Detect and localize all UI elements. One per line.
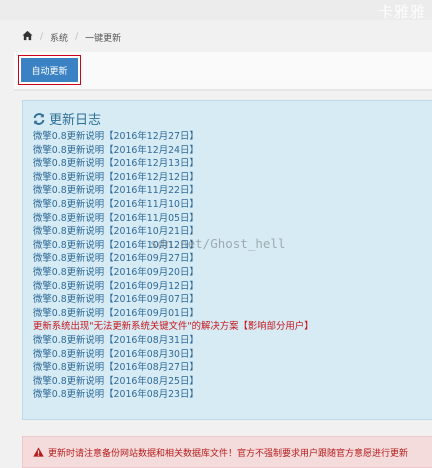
update-log-title: 更新日志 — [49, 113, 102, 128]
warning-text: 更新时请注意备份网站数据和相关数据库文件！官方不强制要求用户跟随官方意愿进行更新 — [48, 448, 409, 459]
update-log-header: 更新日志 — [33, 109, 101, 128]
update-log-list: 微擎0.8更新说明【2016年12月27日】 微擎0.8更新说明【2016年12月… — [33, 130, 314, 402]
log-entry-link[interactable]: 微擎0.8更新说明【2016年12月13日】 — [33, 157, 314, 171]
log-entry-link[interactable]: 微擎0.8更新说明【2016年11月10日】 — [33, 198, 314, 212]
log-entry-link[interactable]: 微擎0.8更新说明【2016年10月12日】 — [33, 239, 314, 253]
toolbar: 自动更新 — [14, 52, 432, 91]
breadcrumb: / 系统 / 一键更新 — [22, 30, 121, 44]
log-entry-link[interactable]: 微擎0.8更新说明【2016年09月12日】 — [33, 280, 314, 294]
home-icon — [22, 30, 33, 41]
warning-icon — [33, 447, 44, 457]
log-entry-link[interactable]: 微擎0.8更新说明【2016年12月24日】 — [33, 144, 314, 158]
log-entry-link[interactable]: 微擎0.8更新说明【2016年11月05日】 — [33, 212, 314, 226]
log-entry-link[interactable]: 微擎0.8更新说明【2016年08月30日】 — [33, 348, 314, 362]
auto-update-button-label: 自动更新 — [21, 58, 78, 82]
log-entry-link[interactable]: 微擎0.8更新说明【2016年08月23日】 — [33, 388, 314, 402]
log-entry-link[interactable]: 微擎0.8更新说明【2016年09月20日】 — [33, 266, 314, 280]
log-entry-link[interactable]: 微擎0.8更新说明【2016年12月27日】 — [33, 130, 314, 144]
breadcrumb-item-update: 一键更新 — [85, 33, 122, 44]
toolbar-divider — [14, 89, 432, 91]
refresh-icon — [33, 112, 45, 125]
log-entry-link[interactable]: 微擎0.8更新说明【2016年09月01日】 — [33, 307, 314, 321]
warning-alert: 更新时请注意备份网站数据和相关数据库文件！官方不强制要求用户跟随官方意愿进行更新 — [22, 436, 432, 468]
log-entry-link[interactable]: 微擎0.8更新说明【2016年08月25日】 — [33, 375, 314, 389]
log-entry-link[interactable]: 微擎0.8更新说明【2016年09月07日】 — [33, 293, 314, 307]
log-entry-link[interactable]: 微擎0.8更新说明【2016年08月27日】 — [33, 361, 314, 375]
brand-logo: 卡雅雅 — [377, 3, 426, 21]
log-entry-link[interactable]: 微擎0.8更新说明【2016年08月31日】 — [33, 334, 314, 348]
log-entry-link[interactable]: 微擎0.8更新说明【2016年10月21日】 — [33, 225, 314, 239]
breadcrumb-separator: / — [75, 32, 79, 42]
log-entry-link[interactable]: 微擎0.8更新说明【2016年11月22日】 — [33, 184, 314, 198]
breadcrumb-separator: / — [40, 32, 44, 42]
top-bar: 卡雅雅 — [0, 0, 432, 21]
breadcrumb-item-system[interactable]: 系统 — [50, 31, 68, 44]
log-entry-link[interactable]: 微擎0.8更新说明【2016年09月27日】 — [33, 252, 314, 266]
log-entry-alert-link[interactable]: 更新系统出现"无法更新系统关键文件"的解决方案【影响部分用户】 — [33, 320, 314, 334]
update-log-panel: 更新日志 微擎0.8更新说明【2016年12月27日】 微擎0.8更新说明【201… — [22, 100, 432, 420]
breadcrumb-home[interactable] — [22, 30, 33, 44]
log-entry-link[interactable]: 微擎0.8更新说明【2016年12月12日】 — [33, 171, 314, 185]
auto-update-button[interactable]: 自动更新 — [18, 55, 81, 85]
